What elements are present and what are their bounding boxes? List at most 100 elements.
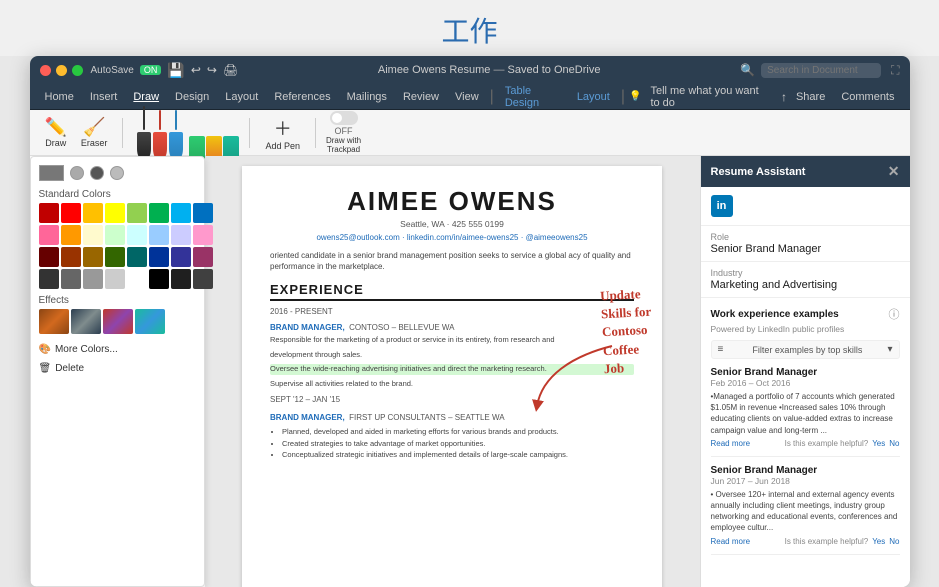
menu-tell-me[interactable]: Tell me what you want to do [643,83,777,111]
color-cell-14[interactable] [171,225,191,245]
assistant-panel: Resume Assistant ✕ in Role Senior Brand … [700,156,910,587]
color-cell-15[interactable] [193,225,213,245]
color-cell-0[interactable] [39,203,59,223]
panel-close-button[interactable]: ✕ [888,163,900,180]
draw-tools-group: ✏️ Draw 🧹 Eraser [40,115,113,150]
color-cell-18[interactable] [83,247,103,267]
effects-label: Effects [39,295,196,306]
menu-review[interactable]: Review [396,89,446,105]
color-cell-1[interactable] [61,203,81,223]
example-1-date: Feb 2016 – Oct 2016 [711,378,900,388]
color-cell-12[interactable] [127,225,147,245]
effect-4[interactable] [135,309,165,334]
filter-row[interactable]: ≡ Filter examples by top skills ▾ [711,340,900,359]
menu-mailings[interactable]: Mailings [340,89,394,105]
info-icon[interactable]: ⓘ [889,306,900,322]
color-cell-23[interactable] [193,247,213,267]
delete-button[interactable]: 🗑 Delete [39,361,196,376]
example-1-no[interactable]: No [889,439,899,448]
color-cell-28[interactable] [127,269,147,289]
color-cell-9[interactable] [61,225,81,245]
menu-home[interactable]: Home [38,89,81,105]
resume-contact: owens25@outlook.com · linkedin.com/in/ai… [270,233,634,242]
doc-title-area: Aimee Owens Resume — Saved to OneDrive [246,64,732,76]
color-cell-25[interactable] [61,269,81,289]
close-button[interactable] [40,65,51,76]
color-cell-29[interactable] [149,269,169,289]
color-cell-20[interactable] [127,247,147,267]
share-icon[interactable]: ↑ [781,90,787,104]
color-cell-19[interactable] [105,247,125,267]
panel-title: Resume Assistant [711,166,806,178]
draw-toolbar: ✏️ Draw 🧹 Eraser [30,110,910,156]
color-cell-6[interactable] [171,203,191,223]
color-cell-27[interactable] [105,269,125,289]
menu-design[interactable]: Design [168,89,216,105]
color-cell-4[interactable] [127,203,147,223]
color-cell-24[interactable] [39,269,59,289]
eraser-tool-button[interactable]: 🧹 Eraser [76,115,113,150]
panel-industry-section: Industry Marketing and Advertising [701,262,910,298]
pen-nib-black [143,106,145,130]
example-card-2: Senior Brand Manager Jun 2017 – Jun 2018… [711,465,900,555]
example-1-read-more[interactable]: Read more [711,439,751,448]
add-pen-button[interactable]: ＋ Add Pen [260,113,305,153]
pen-nib-blue [175,110,177,130]
color-cell-10[interactable] [83,225,103,245]
color-cell-30[interactable] [171,269,191,289]
example-1-yes[interactable]: Yes [872,439,885,448]
menu-references[interactable]: References [267,89,337,105]
menu-table-design[interactable]: Table Design [498,83,568,111]
trackpad-toggle-button[interactable]: OFF Draw with Trackpad [326,111,361,154]
bullet-1: Planned, developed and aided in marketin… [282,427,634,438]
color-cell-31[interactable] [193,269,213,289]
color-cell-8[interactable] [39,225,59,245]
color-dot-selected[interactable] [70,166,84,180]
color-cell-11[interactable] [105,225,125,245]
pencil-icon: ✏️ [45,117,67,138]
color-cell-2[interactable] [83,203,103,223]
color-cell-26[interactable] [83,269,103,289]
color-dot-dark[interactable] [90,166,104,180]
color-cell-3[interactable] [105,203,125,223]
effect-2[interactable] [71,309,101,334]
draw-tool-button[interactable]: ✏️ Draw [40,115,72,150]
example-2-helpful-q: Is this example helpful? [785,537,869,546]
maximize-button[interactable] [72,65,83,76]
resume-location: Seattle, WA · 425 555 0199 [270,219,634,229]
color-cell-22[interactable] [171,247,191,267]
toolbar-icon-2: ↩ [191,63,201,77]
color-cell-7[interactable] [193,203,213,223]
color-cell-17[interactable] [61,247,81,267]
toolbar-divider-1 [122,118,123,148]
job1-company: CONTOSO – BELLEVUE WA [349,323,454,332]
saved-status: Saved to OneDrive [508,64,601,76]
color-cell-21[interactable] [149,247,169,267]
example-2-no[interactable]: No [889,537,899,546]
menu-table-layout[interactable]: Layout [570,89,617,105]
doc-title: Aimee Owens Resume [378,64,491,76]
autosave-state[interactable]: ON [140,65,162,75]
comments-button[interactable]: Comments [834,89,901,105]
color-cell-5[interactable] [149,203,169,223]
color-cell-13[interactable] [149,225,169,245]
example-2-read-more[interactable]: Read more [711,537,751,546]
more-colors-button[interactable]: 🎨 More Colors... [39,342,196,357]
menu-draw[interactable]: Draw [126,89,166,105]
example-2-yes[interactable]: Yes [872,537,885,546]
toolbar-divider-3 [315,118,316,148]
effect-3[interactable] [103,309,133,334]
toggle-switch[interactable] [330,111,358,125]
toolbar-icon-4: 🖨 [223,63,238,77]
search-input[interactable] [761,63,881,78]
menu-layout[interactable]: Layout [218,89,265,105]
effect-1[interactable] [39,309,69,334]
menu-view[interactable]: View [448,89,486,105]
color-cell-16[interactable] [39,247,59,267]
example-1-role: Senior Brand Manager [711,367,900,378]
resume-name: AIMEE OWENS [270,186,634,217]
share-button[interactable]: Share [789,89,832,105]
menu-insert[interactable]: Insert [83,89,125,105]
color-dot-light[interactable] [110,166,124,180]
minimize-button[interactable] [56,65,67,76]
